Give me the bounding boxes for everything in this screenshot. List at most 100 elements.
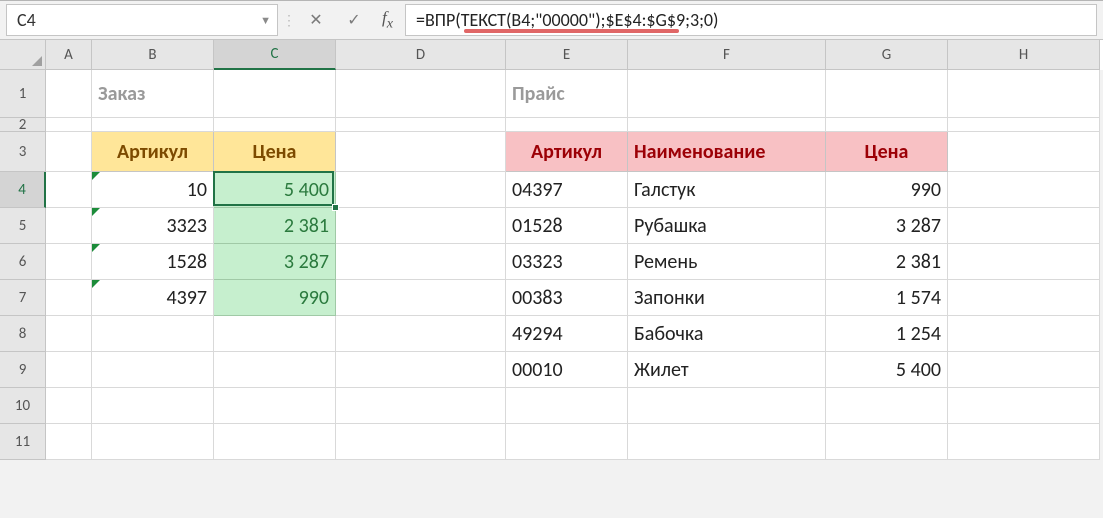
cell[interactable] xyxy=(628,70,826,118)
cell[interactable] xyxy=(948,352,1100,388)
cell[interactable] xyxy=(336,70,506,118)
cell[interactable]: Бабочка xyxy=(628,316,826,352)
name-box[interactable]: C4 ▼ xyxy=(6,4,278,36)
row-header[interactable]: 1 xyxy=(0,70,46,118)
cell[interactable] xyxy=(214,388,336,424)
cell[interactable] xyxy=(336,280,506,316)
cell[interactable]: Галстук xyxy=(628,172,826,208)
cell[interactable]: 2 381 xyxy=(826,244,948,280)
cell[interactable] xyxy=(628,118,826,132)
column-header[interactable]: C xyxy=(214,40,336,70)
cell[interactable] xyxy=(46,118,92,132)
cell[interactable] xyxy=(336,424,506,460)
cell[interactable]: Рубашка xyxy=(628,208,826,244)
cell[interactable]: 990 xyxy=(826,172,948,208)
cell[interactable]: 3 287 xyxy=(214,244,336,280)
cell[interactable]: Артикул xyxy=(92,132,214,172)
cell[interactable]: 1528 xyxy=(92,244,214,280)
cell[interactable] xyxy=(948,424,1100,460)
cell[interactable]: 03323 xyxy=(506,244,628,280)
cell[interactable] xyxy=(214,70,336,118)
cancel-formula-button[interactable]: ✕ xyxy=(300,5,332,35)
cell[interactable]: Жилет xyxy=(628,352,826,388)
cell[interactable] xyxy=(948,172,1100,208)
cell[interactable] xyxy=(336,208,506,244)
cell[interactable] xyxy=(46,316,92,352)
column-header[interactable]: A xyxy=(46,40,92,70)
row-header[interactable]: 7 xyxy=(0,280,46,316)
cell[interactable]: Цена xyxy=(214,132,336,172)
cell[interactable] xyxy=(948,132,1100,172)
cell[interactable] xyxy=(948,208,1100,244)
cell[interactable] xyxy=(214,352,336,388)
cell[interactable] xyxy=(948,244,1100,280)
cell[interactable] xyxy=(46,280,92,316)
cell[interactable] xyxy=(46,70,92,118)
cell[interactable]: 5 400 xyxy=(214,172,336,208)
cell[interactable]: 00383 xyxy=(506,280,628,316)
cell[interactable] xyxy=(46,172,92,208)
cell[interactable] xyxy=(46,208,92,244)
row-header[interactable]: 8 xyxy=(0,316,46,352)
column-header[interactable]: F xyxy=(628,40,826,70)
column-header[interactable]: D xyxy=(336,40,506,70)
column-header[interactable]: G xyxy=(826,40,948,70)
row-header[interactable]: 4 xyxy=(0,172,46,208)
cell[interactable] xyxy=(46,244,92,280)
enter-formula-button[interactable]: ✓ xyxy=(338,5,370,35)
cell[interactable] xyxy=(92,316,214,352)
cell[interactable] xyxy=(336,132,506,172)
cell[interactable]: 5 400 xyxy=(826,352,948,388)
row-header[interactable]: 11 xyxy=(0,424,46,460)
cell[interactable] xyxy=(506,118,628,132)
cell[interactable] xyxy=(336,388,506,424)
formula-input[interactable]: =ВПР(ТЕКСТ(B4;"00000");$E$4:$G$9;3;0) xyxy=(405,4,1097,36)
row-header[interactable]: 6 xyxy=(0,244,46,280)
cell[interactable]: Прайс xyxy=(506,70,628,118)
cell[interactable] xyxy=(826,388,948,424)
cell[interactable]: 3 287 xyxy=(826,208,948,244)
cell[interactable] xyxy=(628,424,826,460)
cell[interactable] xyxy=(46,424,92,460)
column-header[interactable]: E xyxy=(506,40,628,70)
cell[interactable] xyxy=(948,70,1100,118)
cell[interactable] xyxy=(948,388,1100,424)
column-header[interactable]: B xyxy=(92,40,214,70)
cell[interactable] xyxy=(826,70,948,118)
row-header[interactable]: 2 xyxy=(0,118,46,132)
cell[interactable] xyxy=(506,388,628,424)
cell[interactable] xyxy=(336,172,506,208)
cell[interactable]: Ремень xyxy=(628,244,826,280)
cell[interactable] xyxy=(46,132,92,172)
cell[interactable] xyxy=(336,244,506,280)
column-header[interactable]: H xyxy=(948,40,1100,70)
cell[interactable] xyxy=(214,316,336,352)
cell[interactable]: 2 381 xyxy=(214,208,336,244)
row-header[interactable]: 9 xyxy=(0,352,46,388)
cell[interactable]: 01528 xyxy=(506,208,628,244)
cell[interactable]: 49294 xyxy=(506,316,628,352)
row-header[interactable]: 10 xyxy=(0,388,46,424)
cell[interactable]: Наименование xyxy=(628,132,826,172)
cell[interactable] xyxy=(336,352,506,388)
row-header[interactable]: 3 xyxy=(0,132,46,172)
cell[interactable] xyxy=(214,424,336,460)
cell[interactable] xyxy=(948,280,1100,316)
dropdown-icon[interactable]: ▼ xyxy=(260,14,271,27)
cell[interactable] xyxy=(826,424,948,460)
cell[interactable] xyxy=(948,316,1100,352)
cell[interactable] xyxy=(92,424,214,460)
cell[interactable] xyxy=(506,424,628,460)
cell[interactable] xyxy=(214,118,336,132)
cell[interactable]: 4397 xyxy=(92,280,214,316)
cell[interactable] xyxy=(826,118,948,132)
cell[interactable]: 3323 xyxy=(92,208,214,244)
cell[interactable]: Запонки xyxy=(628,280,826,316)
cell[interactable] xyxy=(46,388,92,424)
row-header[interactable]: 5 xyxy=(0,208,46,244)
cell[interactable] xyxy=(92,388,214,424)
cell[interactable]: 04397 xyxy=(506,172,628,208)
cell[interactable] xyxy=(336,118,506,132)
cell[interactable]: 990 xyxy=(214,280,336,316)
cell[interactable] xyxy=(92,352,214,388)
